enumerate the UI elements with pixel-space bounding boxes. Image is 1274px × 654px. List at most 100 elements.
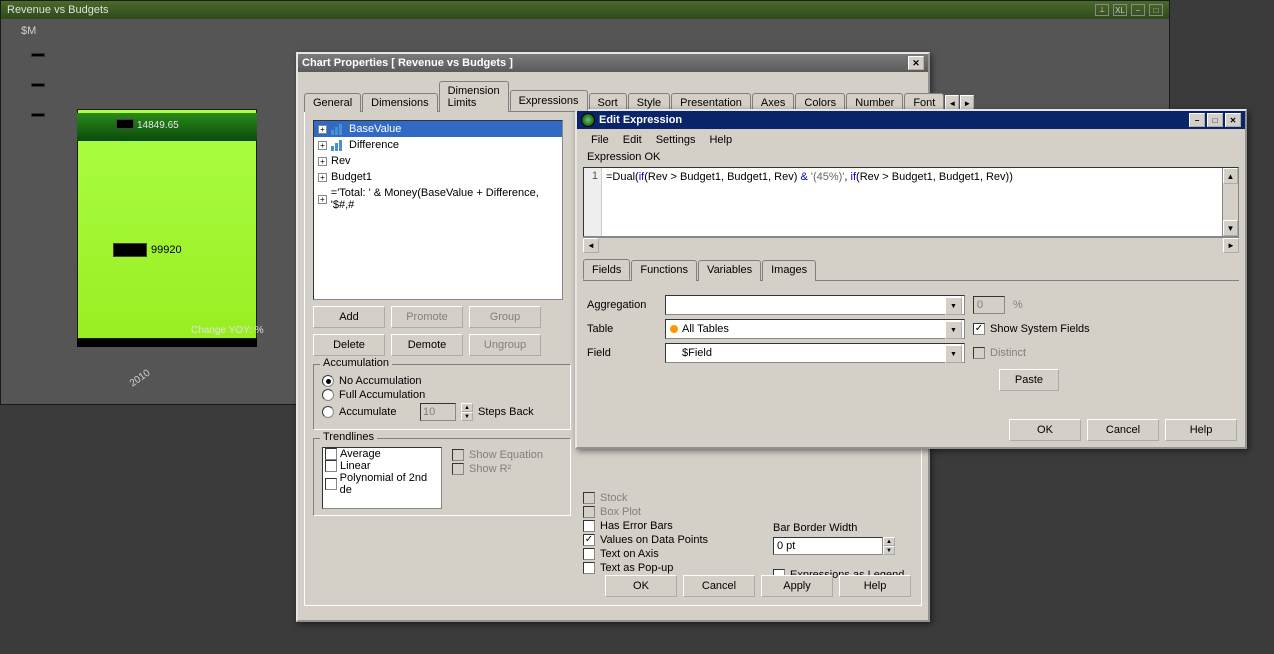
menu-help[interactable]: Help — [709, 134, 732, 146]
x-axis-label: Change YOY: % — [191, 325, 264, 336]
chart-properties-titlebar[interactable]: Chart Properties [ Revenue vs Budgets ] … — [298, 54, 928, 72]
editor-code[interactable]: =Dual(if(Rev > Budget1, Budget1, Rev) & … — [602, 168, 1222, 236]
checkbox-text-on-axis[interactable] — [583, 548, 595, 560]
tree-expand-icon[interactable]: + — [318, 141, 327, 150]
table-combo[interactable]: All Tables — [665, 319, 965, 339]
has-error-bars-label: Has Error Bars — [600, 520, 673, 532]
show-system-fields-label: Show System Fields — [990, 323, 1090, 335]
x-axis — [77, 339, 257, 347]
text-as-popup-label: Text as Pop-up — [600, 562, 673, 574]
checkbox-text-as-popup[interactable] — [583, 562, 595, 574]
percent-input: 0 — [973, 296, 1005, 314]
trendline-item-average[interactable]: Average — [323, 448, 441, 460]
bar-border-width-input[interactable]: 0 pt — [773, 537, 883, 555]
editor-scrollbar-vertical[interactable]: ▲▼ — [1222, 168, 1238, 236]
ungroup-button[interactable]: Ungroup — [469, 334, 541, 356]
help-button[interactable]: Help — [1165, 419, 1237, 441]
ok-button[interactable]: OK — [1009, 419, 1081, 441]
maximize-icon[interactable]: □ — [1149, 4, 1163, 16]
close-icon[interactable]: ✕ — [1225, 113, 1241, 127]
menu-file[interactable]: File — [591, 134, 609, 146]
menu-settings[interactable]: Settings — [656, 134, 696, 146]
trendlines-list[interactable]: Average Linear Polynomial of 2nd de — [322, 447, 442, 509]
apply-button[interactable]: Apply — [761, 575, 833, 597]
tab-fields[interactable]: Fields — [583, 259, 630, 280]
edit-expression-titlebar[interactable]: Edit Expression − □ ✕ — [577, 111, 1245, 129]
maximize-icon[interactable]: □ — [1207, 113, 1223, 127]
paste-button[interactable]: Paste — [999, 369, 1059, 391]
bar-border-spinner[interactable]: ▲▼ — [883, 537, 895, 555]
group-button[interactable]: Group — [469, 306, 541, 328]
chart-properties-title: Chart Properties [ Revenue vs Budgets ] — [302, 57, 513, 69]
tab-functions[interactable]: Functions — [631, 260, 697, 281]
tab-images[interactable]: Images — [762, 260, 816, 281]
chart-bar — [77, 109, 257, 339]
close-icon[interactable]: ✕ — [908, 56, 924, 70]
cancel-button[interactable]: Cancel — [1087, 419, 1159, 441]
delete-button[interactable]: Delete — [313, 334, 385, 356]
checkbox-stock — [583, 492, 595, 504]
minimize-icon[interactable]: − — [1131, 4, 1145, 16]
radio-no-accumulation[interactable] — [322, 375, 334, 387]
app-icon — [581, 113, 595, 127]
xl-icon[interactable]: XL — [1113, 4, 1127, 16]
trendline-item-poly2[interactable]: Polynomial of 2nd de — [323, 472, 441, 496]
trendlines-group-title: Trendlines — [320, 431, 377, 443]
values-on-data-points-label: Values on Data Points — [600, 534, 708, 546]
ok-button[interactable]: OK — [605, 575, 677, 597]
tree-expand-icon[interactable]: + — [318, 173, 327, 182]
tree-expand-icon[interactable]: + — [318, 195, 327, 204]
tab-expressions[interactable]: Expressions — [510, 90, 588, 111]
minimize-icon[interactable]: − — [1189, 113, 1205, 127]
pin-icon[interactable]: ⟂ — [1095, 4, 1109, 16]
expression-label: ='Total: ' & Money(BaseValue + Differenc… — [331, 187, 558, 211]
tab-dimension-limits[interactable]: Dimension Limits — [439, 81, 509, 112]
checkbox-values-on-data-points[interactable] — [583, 534, 595, 546]
bar-border-width-label: Bar Border Width — [773, 522, 904, 534]
box-plot-label: Box Plot — [600, 506, 641, 518]
field-combo[interactable]: $Field — [665, 343, 965, 363]
y-axis-label: $M — [21, 25, 36, 37]
tree-expand-icon[interactable]: + — [318, 157, 327, 166]
show-equation-label: Show Equation — [469, 449, 543, 461]
add-button[interactable]: Add — [313, 306, 385, 328]
editor-scrollbar-horizontal[interactable]: ◄► — [583, 237, 1239, 253]
checkbox[interactable] — [325, 448, 337, 460]
data-label-2: 99920 — [151, 244, 182, 256]
cancel-button[interactable]: Cancel — [683, 575, 755, 597]
chart-window-titlebar[interactable]: Revenue vs Budgets ⟂ XL − □ — [1, 1, 1169, 19]
steps-spinner[interactable]: ▲▼ — [461, 403, 473, 421]
checkbox-has-error-bars[interactable] — [583, 520, 595, 532]
scale-marks — [31, 53, 49, 143]
tab-dimensions[interactable]: Dimensions — [362, 93, 437, 112]
expression-item-difference[interactable]: + Difference — [314, 137, 562, 153]
trendline-item-linear[interactable]: Linear — [323, 460, 441, 472]
checkbox[interactable] — [325, 460, 337, 472]
expression-item-rev[interactable]: + Rev — [314, 153, 562, 169]
expression-item-basevalue[interactable]: + BaseValue — [314, 121, 562, 137]
checkbox[interactable] — [325, 478, 337, 490]
expression-editor[interactable]: 1 =Dual(if(Rev > Budget1, Budget1, Rev) … — [583, 167, 1239, 237]
field-label: Field — [587, 347, 657, 359]
steps-back-input[interactable]: 10 — [420, 403, 456, 421]
tab-general[interactable]: General — [304, 93, 361, 112]
radio-full-accumulation[interactable] — [322, 389, 334, 401]
tab-variables[interactable]: Variables — [698, 260, 761, 281]
menu-edit[interactable]: Edit — [623, 134, 642, 146]
expression-list[interactable]: + BaseValue + Difference + Rev + Budget1… — [313, 120, 563, 300]
checkbox-distinct — [973, 347, 985, 359]
expression-item-budget1[interactable]: + Budget1 — [314, 169, 562, 185]
radio-accumulate[interactable] — [322, 406, 334, 418]
data-label-marker-1 — [116, 119, 134, 129]
expression-status: Expression OK — [583, 149, 1239, 167]
x-axis-tick-label: 2010 — [128, 368, 153, 390]
checkbox-show-system-fields[interactable] — [973, 323, 985, 335]
expression-label: Rev — [331, 155, 351, 167]
aggregation-combo[interactable] — [665, 295, 965, 315]
help-button[interactable]: Help — [839, 575, 911, 597]
tree-expand-icon[interactable]: + — [318, 125, 327, 134]
demote-button[interactable]: Demote — [391, 334, 463, 356]
expression-item-total[interactable]: + ='Total: ' & Money(BaseValue + Differe… — [314, 185, 562, 213]
edit-expression-dialog: Edit Expression − □ ✕ File Edit Settings… — [575, 109, 1247, 449]
promote-button[interactable]: Promote — [391, 306, 463, 328]
